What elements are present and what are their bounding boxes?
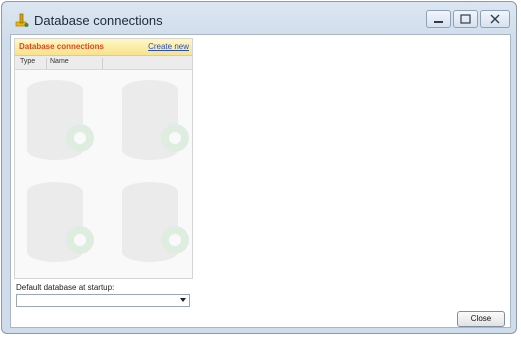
create-new-link[interactable]: Create new [148,42,189,51]
default-database-select[interactable] [16,294,190,307]
column-header-type[interactable]: Type [20,58,47,69]
window-title: Database connections [34,13,163,28]
connections-panel: Database connections Create new Type Nam… [14,38,193,279]
title-bar[interactable]: Database connections [2,2,516,36]
minimize-button[interactable] [426,10,451,28]
minimize-icon [434,21,443,23]
maximize-icon [460,14,471,24]
close-button[interactable]: Close [457,311,505,327]
connections-list[interactable] [15,70,192,278]
database-gear-icon [27,80,94,160]
panel-header: Database connections Create new [15,39,192,56]
database-gear-icon [122,80,189,160]
default-database-label: Default database at startup: [16,283,115,292]
database-gear-icon [122,182,189,262]
window-client-area: Database connections Create new Type Nam… [10,34,511,328]
panel-title: Database connections [19,42,104,51]
database-connections-window: Database connections Database connection… [1,1,517,334]
chevron-down-icon[interactable] [180,298,186,302]
connections-table-header: Type Name [15,56,192,70]
maximize-button[interactable] [453,10,478,28]
column-header-name[interactable]: Name [50,58,103,69]
database-gear-icon [27,182,94,262]
close-window-button[interactable] [480,10,510,28]
close-icon [490,14,500,24]
database-app-icon [14,12,30,28]
